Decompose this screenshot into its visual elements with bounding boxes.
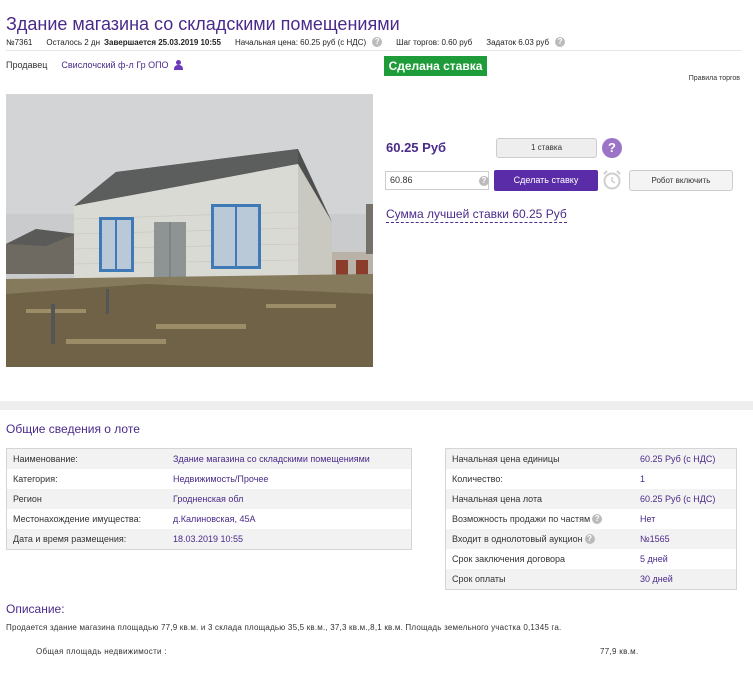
robot-enable-button[interactable]: Робот включить [629, 170, 733, 191]
row-key: Местонахождение имущества: [13, 514, 142, 524]
seller-label: Продавец [6, 60, 48, 70]
end-date: Завершается 25.03.2019 10:55 [104, 37, 221, 47]
table-row: Категория: Недвижимость/Прочее [7, 469, 411, 489]
row-value: 5 дней [640, 554, 668, 564]
description-title: Описание: [6, 602, 65, 616]
rules-link[interactable]: Правила торгов [689, 75, 740, 82]
row-value: Здание магазина со складскими помещениям… [173, 454, 370, 464]
page-title: Здание магазина со складскими помещениям… [6, 14, 400, 34]
user-icon [173, 60, 183, 70]
area-label: Общая площадь недвижимости : [36, 647, 167, 656]
table-row: Возможность продажи по частям? Нет [446, 509, 736, 529]
row-key: Возможность продажи по частям? [446, 514, 640, 524]
table-row: Количество: 1 [446, 469, 736, 489]
table-row: Начальная цена единицы 60.25 Руб (с НДС) [446, 449, 736, 469]
help-icon[interactable]: ? [479, 176, 489, 186]
table-row: Начальная цена лота 60.25 Руб (с НДС) [446, 489, 736, 509]
start-price: Начальная цена: 60.25 руб (с НДС) [234, 37, 367, 47]
row-value: Нет [640, 514, 656, 524]
general-info-table: Наименование: Здание магазина со складск… [6, 448, 412, 550]
status-badge: Сделана ставка [384, 56, 487, 76]
divider [6, 50, 741, 51]
table-row: Регион Гродненская обл [7, 489, 411, 509]
row-value: д.Калиновская, 45А [173, 514, 256, 524]
time-left: Осталось 2 дн [46, 37, 100, 47]
table-row: Срок заключения договора 5 дней [446, 549, 736, 569]
bid-amount-input[interactable]: 60.86 [385, 171, 489, 190]
section-divider [0, 401, 753, 410]
current-price: 60.25 Руб [386, 140, 447, 155]
seller-row: Продавец Свислочский ф-л Гр ОПО [6, 60, 183, 70]
general-info-title: Общие сведения о лоте [6, 422, 140, 436]
row-key: Срок заключения договора [452, 554, 566, 564]
table-row: Наименование: Здание магазина со складск… [7, 449, 411, 469]
table-row: Дата и время размещения: 18.03.2019 10:5… [7, 529, 411, 549]
lot-photo[interactable] [6, 94, 373, 367]
bids-count-button[interactable]: 1 ставка [496, 138, 597, 158]
area-value: 77,9 кв.м. [600, 647, 639, 656]
row-key-text: Входит в однолотовый аукцион [452, 534, 583, 544]
row-value: 60.25 Руб (с НДС) [640, 454, 716, 464]
row-key: Наименование: [13, 454, 78, 464]
row-key: Количество: [452, 474, 503, 484]
price-info-table: Начальная цена единицы 60.25 Руб (с НДС)… [445, 448, 737, 590]
table-row: Местонахождение имущества: д.Калиновская… [7, 509, 411, 529]
help-icon[interactable]: ? [584, 534, 595, 544]
bid-step: Шаг торгов: 0.60 руб [396, 37, 473, 47]
table-row: Входит в однолотовый аукцион? №1565 [446, 529, 736, 549]
row-value: 30 дней [640, 574, 673, 584]
deposit: Задаток 6.03 руб [486, 37, 550, 47]
row-key: Начальная цена лота [452, 494, 543, 504]
row-key: Регион [13, 494, 42, 504]
help-icon[interactable]: ? [555, 37, 566, 47]
row-value: 18.03.2019 10:55 [173, 534, 244, 544]
lot-number: №7361 [6, 37, 33, 47]
table-row: Срок оплаты 30 дней [446, 569, 736, 589]
row-value: Гродненская обл [173, 494, 244, 504]
row-value: 1 [640, 474, 646, 484]
row-value: Недвижимость/Прочее [173, 474, 269, 484]
row-key: Категория: [13, 474, 58, 484]
auction-link[interactable]: №1565 [640, 534, 670, 544]
row-key-text: Возможность продажи по частям [452, 514, 591, 524]
help-icon[interactable]: ? [592, 514, 603, 524]
make-bid-button[interactable]: Сделать ставку [494, 170, 598, 191]
row-key: Начальная цена единицы [452, 454, 560, 464]
description-text: Продается здание магазина площадью 77,9 … [6, 623, 562, 632]
row-key: Дата и время размещения: [13, 534, 127, 544]
lot-meta: №7361 Осталось 2 дн Завершается 25.03.20… [6, 37, 569, 47]
help-icon[interactable]: ? [602, 138, 622, 158]
row-value: 60.25 Руб (с НДС) [640, 494, 716, 504]
best-bid-sum[interactable]: Сумма лучшей ставки 60.25 Руб [386, 207, 567, 223]
alarm-clock-icon[interactable] [601, 169, 623, 191]
row-key: Срок оплаты [452, 574, 506, 584]
help-icon[interactable]: ? [372, 37, 383, 47]
building-photo [6, 94, 373, 367]
row-key: Входит в однолотовый аукцион? [446, 534, 640, 544]
seller-link[interactable]: Свислочский ф-л Гр ОПО [61, 60, 168, 70]
